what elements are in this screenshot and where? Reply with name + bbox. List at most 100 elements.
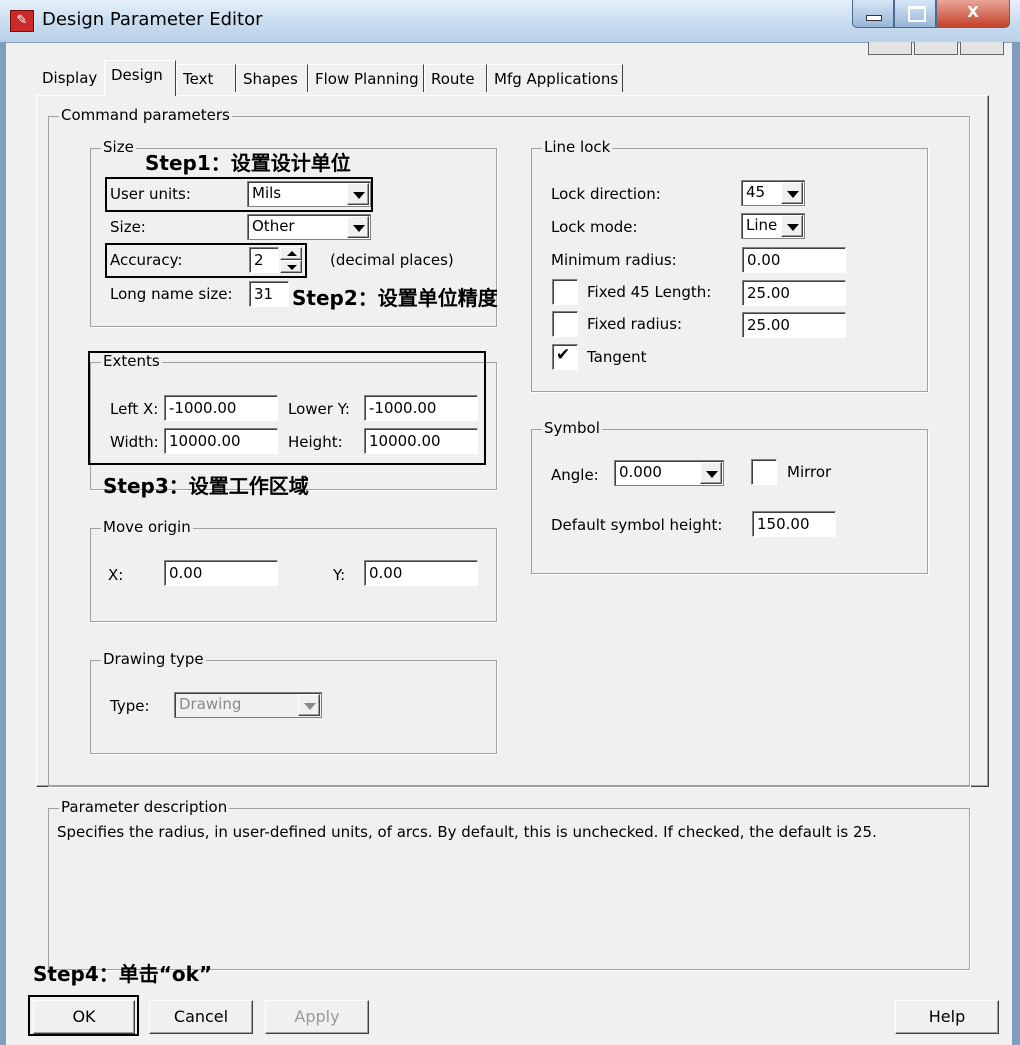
lock-mode-value: Line <box>746 216 778 234</box>
group-title: Drawing type <box>101 650 206 668</box>
minimize-button[interactable] <box>852 0 894 28</box>
window-title: Design Parameter Editor <box>42 9 263 30</box>
chevron-down-icon[interactable] <box>298 694 320 716</box>
tab-flow-planning[interactable]: Flow Planning <box>308 64 424 92</box>
window-frame-right <box>1012 42 1020 1045</box>
spin-down-icon[interactable] <box>280 260 302 273</box>
lock-direction-label: Lock direction: <box>551 185 661 203</box>
window-frame-left <box>0 42 6 1045</box>
group-title: Command parameters <box>59 106 232 124</box>
lower-y-input[interactable]: -1000.00 <box>364 395 478 421</box>
help-button[interactable]: Help <box>895 1000 999 1034</box>
chevron-down-icon[interactable] <box>781 215 803 237</box>
left-x-input[interactable]: -1000.00 <box>164 395 278 421</box>
close-button[interactable]: X <box>936 0 1010 28</box>
step4-annotation: Step4：单击“ok” <box>33 962 213 986</box>
tangent-checkbox[interactable]: ✔ <box>552 344 578 370</box>
inner-window-buttons <box>868 42 1004 56</box>
tab-label: Display <box>42 69 98 87</box>
decimal-places-label: (decimal places) <box>330 251 454 269</box>
tab-label: Text <box>183 70 214 88</box>
group-title: Move origin <box>101 518 193 536</box>
fixed-radius-label: Fixed radius: <box>587 315 683 333</box>
fixed-45-length-checkbox[interactable] <box>552 279 578 305</box>
cancel-button[interactable]: Cancel <box>149 1000 253 1034</box>
height-label: Height: <box>288 433 343 451</box>
step1-annotation: Step1：设置设计单位 <box>145 151 351 175</box>
tab-design[interactable]: Design <box>104 60 176 96</box>
minimum-radius-label: Minimum radius: <box>551 251 677 269</box>
width-input[interactable]: 10000.00 <box>164 428 278 454</box>
origin-y-input[interactable]: 0.00 <box>364 560 478 586</box>
tab-mfg-applications[interactable]: Mfg Applications <box>487 64 623 92</box>
chevron-down-icon[interactable] <box>347 183 369 205</box>
chevron-down-icon[interactable] <box>781 182 803 204</box>
tab-label: Shapes <box>243 70 298 88</box>
origin-x-input[interactable]: 0.00 <box>164 560 278 586</box>
size-value: Other <box>252 217 295 235</box>
apply-button[interactable]: Apply <box>265 1000 369 1034</box>
origin-y-label: Y: <box>333 566 346 584</box>
drawing-type-select[interactable]: Drawing <box>174 692 322 718</box>
user-units-label: User units: <box>110 185 191 203</box>
tab-label: Flow Planning <box>315 70 419 88</box>
tab-route[interactable]: Route <box>424 64 487 92</box>
tab-display[interactable]: Display <box>36 64 106 92</box>
ok-button-label: OK <box>72 1007 96 1026</box>
chevron-down-icon[interactable] <box>347 216 369 238</box>
tab-text[interactable]: Text <box>176 64 236 92</box>
accuracy-spinner[interactable] <box>280 247 302 273</box>
ok-button[interactable]: OK <box>33 1000 135 1034</box>
help-button-label: Help <box>928 1007 966 1026</box>
maximize-icon <box>908 6 926 22</box>
height-input[interactable]: 10000.00 <box>364 428 478 454</box>
step3-annotation: Step3：设置工作区域 <box>103 474 309 498</box>
spin-up-icon[interactable] <box>280 247 302 260</box>
accuracy-label: Accuracy: <box>110 251 183 269</box>
group-title: Line lock <box>542 138 613 156</box>
angle-value: 0.000 <box>619 463 662 481</box>
angle-label: Angle: <box>551 466 599 484</box>
step2-annotation: Step2：设置单位精度 <box>292 286 498 310</box>
tab-label: Route <box>431 70 475 88</box>
mirror-checkbox[interactable] <box>751 459 777 485</box>
tab-shapes[interactable]: Shapes <box>236 64 308 92</box>
accuracy-input[interactable]: 2 <box>249 247 279 273</box>
cancel-button-label: Cancel <box>173 1007 229 1026</box>
origin-x-label: X: <box>108 566 124 584</box>
title-bar[interactable]: ✎ Design Parameter Editor X <box>0 0 1020 43</box>
tangent-label: Tangent <box>587 348 647 366</box>
group-title: Parameter description <box>59 798 230 816</box>
app-icon: ✎ <box>10 10 34 32</box>
lock-direction-value: 45 <box>746 183 766 201</box>
maximize-button[interactable] <box>894 0 936 28</box>
tab-label: Mfg Applications <box>494 70 619 88</box>
angle-select[interactable]: 0.000 <box>614 460 724 486</box>
close-icon: X <box>967 3 979 21</box>
parameter-description-text: Specifies the radius, in user-defined un… <box>57 823 877 841</box>
fixed-radius-input[interactable]: 25.00 <box>742 312 846 338</box>
minimum-radius-input[interactable]: 0.00 <box>742 247 846 273</box>
width-label: Width: <box>110 433 159 451</box>
default-symbol-height-label: Default symbol height: <box>551 516 723 534</box>
user-units-select[interactable]: Mils <box>247 181 371 207</box>
lock-direction-select[interactable]: 45 <box>741 180 805 206</box>
check-icon: ✔ <box>556 345 571 365</box>
fixed-radius-checkbox[interactable] <box>552 311 578 337</box>
long-name-size-input[interactable]: 31 <box>249 281 289 307</box>
chevron-down-icon[interactable] <box>700 462 722 484</box>
fixed-45-length-label: Fixed 45 Length: <box>587 283 712 301</box>
type-label: Type: <box>110 697 150 715</box>
size-select[interactable]: Other <box>247 214 371 240</box>
lock-mode-select[interactable]: Line <box>741 213 805 239</box>
default-symbol-height-input[interactable]: 150.00 <box>752 511 836 537</box>
symbol-group: Symbol <box>531 419 928 574</box>
minimize-icon <box>866 15 882 21</box>
group-title: Symbol <box>542 419 602 437</box>
lock-mode-label: Lock mode: <box>551 218 638 236</box>
group-title: Size <box>101 138 136 156</box>
tab-label: Design <box>111 66 163 84</box>
group-title: Extents <box>101 352 162 370</box>
size-label: Size: <box>110 218 146 236</box>
fixed-45-length-input[interactable]: 25.00 <box>742 280 846 306</box>
